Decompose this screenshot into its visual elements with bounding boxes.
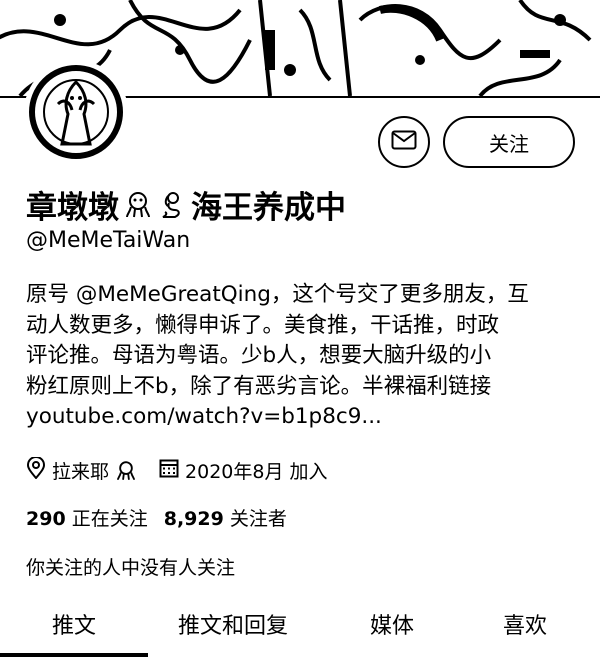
followers-label: 关注者: [229, 508, 287, 530]
user-handle: @MeMeTaiWan: [26, 228, 191, 253]
calendar-icon: [159, 458, 179, 483]
bio-line: 原号 @MeMeGreatQing，这个号交了更多朋友，互: [26, 282, 529, 307]
tab-tweets-replies[interactable]: 推文和回复: [148, 600, 318, 657]
follow-button[interactable]: 关注: [443, 116, 575, 168]
bio: 原号 @MeMeGreatQing，这个号交了更多朋友，互 动人数更多，懒得申诉…: [26, 280, 581, 433]
display-name: 章墩墩 海王养成中: [26, 182, 346, 227]
message-button[interactable]: [378, 116, 430, 168]
bio-line: 粉红原则上不b，除了有恶劣言论。半裸福利链接: [26, 373, 492, 399]
following-label: 正在关注: [71, 508, 148, 530]
followers-you-know: 你关注的人中没有人关注: [26, 557, 236, 579]
bio-line: 动人数更多，懒得申诉了。美食推，干话推，时政: [26, 312, 500, 338]
tab-tweets[interactable]: 推文: [0, 600, 148, 657]
following-count: 290: [26, 508, 66, 530]
bio-line: 评论推。母语为粤语。少b人，想要大脑升级的小: [26, 343, 492, 368]
octopus-emoji-icon: [115, 460, 137, 482]
display-name-text: 章墩墩: [26, 190, 119, 226]
avatar[interactable]: [24, 60, 128, 164]
octopus-emoji-icon: [123, 190, 153, 220]
join-date-text: 2020年8月 加入: [185, 461, 328, 483]
envelope-icon: [391, 130, 417, 154]
bio-link[interactable]: youtube.com/watch?v=b1p8c9...: [26, 402, 581, 433]
tab-likes[interactable]: 喜欢: [466, 600, 584, 657]
followers-count: 8,929: [163, 508, 224, 530]
following-link[interactable]: 290 正在关注: [26, 508, 148, 530]
location: 拉来耶: [26, 456, 137, 484]
profile-tabs: 推文 推文和回复 媒体 喜欢: [0, 600, 600, 657]
location-text: 拉来耶: [52, 461, 110, 483]
followers-link[interactable]: 8,929 关注者: [164, 508, 287, 530]
join-date: 2020年8月 加入: [159, 457, 328, 484]
mermaid-emoji-icon: [157, 190, 187, 220]
display-name-suffix: 海王养成中: [191, 190, 346, 226]
tab-media[interactable]: 媒体: [318, 600, 466, 657]
location-pin-icon: [26, 456, 46, 484]
profile-meta: 拉来耶 2020年8月 加入: [26, 456, 350, 484]
follow-stats: 290 正在关注 8,929 关注者: [26, 504, 287, 531]
